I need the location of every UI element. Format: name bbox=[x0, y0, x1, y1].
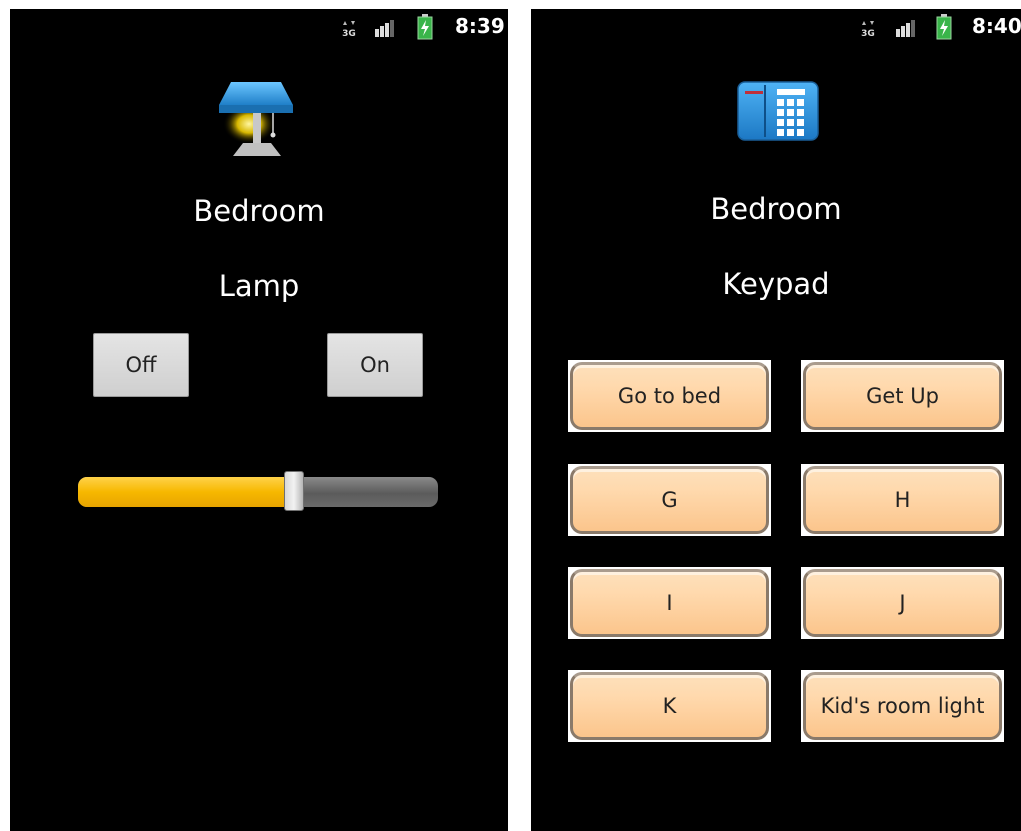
keypad-button-label: Kid's room light bbox=[803, 672, 1002, 740]
device-label: Lamp bbox=[218, 269, 300, 303]
keypad-button-label: J bbox=[803, 569, 1002, 637]
svg-text:3G: 3G bbox=[342, 29, 356, 37]
keypad-button-label: Get Up bbox=[803, 362, 1002, 430]
keypad-button-label: K bbox=[570, 672, 769, 740]
signal-strength-icon bbox=[375, 20, 394, 37]
keypad-button-i[interactable]: I bbox=[568, 567, 771, 639]
keypad-icon bbox=[737, 81, 819, 141]
dimmer-slider[interactable] bbox=[78, 471, 438, 511]
battery-charging-icon bbox=[936, 14, 952, 40]
slider-fill bbox=[78, 477, 294, 507]
keypad-button-k[interactable]: K bbox=[568, 670, 771, 742]
keypad-button-label: I bbox=[570, 569, 769, 637]
keypad-screen: 3G 8:40 Bedroom Keypad Go to bed Get Up … bbox=[531, 9, 1021, 831]
on-button[interactable]: On bbox=[327, 333, 423, 397]
slider-thumb[interactable] bbox=[284, 471, 304, 511]
status-bar: 3G 8:40 bbox=[531, 9, 1021, 45]
signal-strength-icon bbox=[896, 20, 915, 37]
keypad-button-h[interactable]: H bbox=[801, 464, 1004, 536]
keypad-button-go-to-bed[interactable]: Go to bed bbox=[568, 360, 771, 432]
room-label: Bedroom bbox=[710, 192, 842, 226]
keypad-button-kids-room-light[interactable]: Kid's room light bbox=[801, 670, 1004, 742]
status-bar: 3G 8:39 bbox=[10, 9, 508, 45]
keypad-button-g[interactable]: G bbox=[568, 464, 771, 536]
lamp-screen: 3G 8:39 Bedroom Lamp Off On bbox=[10, 9, 508, 831]
keypad-button-label: G bbox=[570, 466, 769, 534]
keypad-button-j[interactable]: J bbox=[801, 567, 1004, 639]
svg-text:3G: 3G bbox=[861, 29, 875, 37]
lamp-icon bbox=[219, 82, 293, 156]
3g-data-icon: 3G bbox=[342, 21, 356, 37]
status-time: 8:40 bbox=[972, 14, 1021, 38]
off-button[interactable]: Off bbox=[93, 333, 189, 397]
keypad-button-get-up[interactable]: Get Up bbox=[801, 360, 1004, 432]
keypad-button-label: Go to bed bbox=[570, 362, 769, 430]
keypad-button-label: H bbox=[803, 466, 1002, 534]
3g-data-icon: 3G bbox=[861, 21, 875, 37]
device-label: Keypad bbox=[722, 267, 830, 301]
room-label: Bedroom bbox=[193, 194, 325, 228]
battery-charging-icon bbox=[417, 14, 433, 40]
status-time: 8:39 bbox=[455, 14, 505, 38]
